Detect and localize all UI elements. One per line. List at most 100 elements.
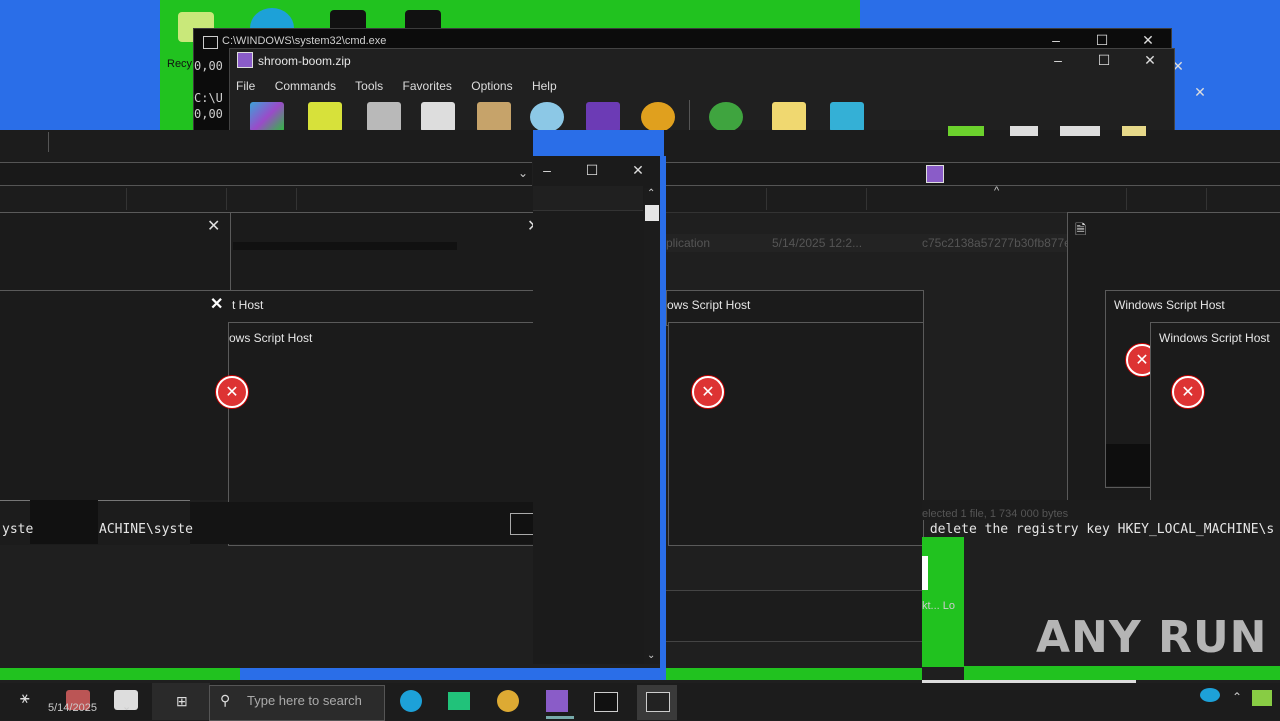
winrar-taskbar-icon[interactable]: [546, 690, 568, 712]
address-bar-left[interactable]: [0, 162, 532, 186]
taskbar-date: 5/14/2025: [48, 702, 97, 714]
vertical-scrollbar[interactable]: [644, 188, 660, 664]
menu-tools[interactable]: Tools: [355, 79, 383, 93]
background-window-close-icon-2[interactable]: ✕: [1190, 84, 1210, 101]
console-left-text-b: ACHINE\syste: [99, 522, 193, 537]
center-window-maximize-icon[interactable]: ☐: [582, 162, 602, 179]
search-icon: ⚲: [220, 692, 231, 708]
tray-chevron-up-icon[interactable]: ⌃: [1232, 690, 1242, 704]
archive-address-icon: [926, 165, 944, 183]
dialog-wsh-1: [0, 290, 554, 326]
address-dropdown-icon[interactable]: ⌄: [518, 166, 528, 180]
dialog-back-center: [230, 212, 550, 292]
dialog-wsh-3-title: ows Script Host: [667, 298, 751, 312]
sort-ascending-icon[interactable]: ^: [994, 185, 999, 197]
tray-icon[interactable]: [1200, 688, 1220, 702]
anyrun-watermark: ANY RUN: [1036, 612, 1268, 663]
console-small-text: kt... Lo: [922, 600, 956, 612]
network-icon[interactable]: ⚹: [20, 690, 30, 708]
view-icon[interactable]: [421, 102, 455, 132]
desktop-green-bottom-2: [666, 668, 922, 680]
address-bar-right[interactable]: [666, 162, 1280, 186]
cmd-icon: [203, 36, 218, 49]
menu-favorites[interactable]: Favorites: [403, 79, 452, 93]
desktop-green-bottom-3: [964, 666, 1280, 680]
menu-options[interactable]: Options: [471, 79, 512, 93]
right-mid-panel: [666, 590, 922, 642]
search-placeholder: Type here to search: [247, 693, 362, 708]
dialog-wsh-3-body: [668, 322, 924, 546]
column-divider: [226, 188, 227, 210]
scroll-up-icon[interactable]: ⌃: [647, 188, 655, 199]
active-indicator: [546, 716, 574, 719]
console-left-text-a: yste: [2, 522, 34, 537]
info-icon[interactable]: [641, 102, 675, 132]
file-row-date: 5/14/2025 12:2...: [772, 236, 863, 250]
cmd-maximize-icon[interactable]: ☐: [1092, 32, 1112, 49]
dialog-back-left: [0, 212, 231, 292]
column-divider: [1126, 188, 1127, 210]
dialog-wsh-left-body: [0, 322, 230, 500]
store-icon[interactable]: [448, 692, 470, 710]
center-window-header: [533, 186, 643, 211]
center-window-minimize-icon[interactable]: –: [537, 162, 557, 178]
cmd-taskbar-icon[interactable]: [594, 692, 618, 712]
cmd-minimize-icon[interactable]: –: [1046, 32, 1066, 48]
center-window-close-icon[interactable]: ✕: [628, 162, 648, 179]
dialog-wsh-5: [1150, 322, 1280, 502]
winrar-title: shroom-boom.zip: [258, 54, 351, 68]
chevron-down-icon[interactable]: ⌄: [122, 700, 131, 713]
windows-icon[interactable]: ⊞: [176, 693, 188, 710]
virus-scan-icon[interactable]: [709, 102, 743, 132]
menu-help[interactable]: Help: [532, 79, 557, 93]
desktop-blue-bottom: [240, 668, 666, 680]
cmd-line-3: C:\U: [194, 91, 223, 105]
document-icon: 🗎: [1075, 221, 1087, 237]
console-right-text: delete the registry key HKEY_LOCAL_MACHI…: [922, 522, 1275, 537]
delete-icon[interactable]: [477, 102, 511, 132]
toolbar-strip-icon-2: [1010, 126, 1038, 136]
dialog-back-progress: [233, 242, 457, 250]
error-icon: ✕: [692, 376, 724, 408]
chrome-icon[interactable]: [497, 690, 519, 712]
sfx-icon[interactable]: [830, 102, 864, 132]
winrar-app-icon: [237, 52, 253, 68]
center-window: [533, 156, 660, 664]
toolbar-strip-icon: [948, 126, 984, 136]
column-divider: [296, 188, 297, 210]
column-divider: [866, 188, 867, 210]
cmd-line-1: 0,00: [194, 59, 223, 73]
menu-file[interactable]: File: [236, 79, 255, 93]
test-icon[interactable]: [367, 102, 401, 132]
winrar-minimize-icon[interactable]: –: [1048, 52, 1068, 68]
dialog-wsh-5-title: Windows Script Host: [1159, 331, 1270, 345]
menu-commands[interactable]: Commands: [275, 79, 336, 93]
scroll-thumb[interactable]: [645, 205, 659, 221]
winrar-close-icon[interactable]: ✕: [1140, 52, 1160, 69]
file-row-hash: c75c2138a57277b30fb877e: [922, 236, 1071, 250]
dialog-wsh-4-footer: [1106, 444, 1152, 486]
scroll-down-icon[interactable]: ⌄: [647, 650, 655, 661]
comment-icon[interactable]: [772, 102, 806, 132]
file-row-type: plication: [666, 236, 711, 250]
dialog-back-left-close-icon[interactable]: ✕: [207, 219, 220, 235]
dialog-wsh-1-title: t Host: [232, 298, 264, 312]
winrar-maximize-icon[interactable]: ☐: [1094, 52, 1114, 69]
console-left-block: [30, 500, 98, 544]
find-icon[interactable]: [530, 102, 564, 132]
cmd-line-4: 0,00: [194, 107, 223, 121]
white-marker: [922, 556, 928, 590]
edge-icon[interactable]: [400, 690, 422, 712]
add-icon[interactable]: [250, 102, 284, 132]
cmd-close-icon[interactable]: ✕: [1138, 32, 1158, 49]
tray-app-icon[interactable]: [1252, 690, 1272, 706]
script-host-taskbar-icon[interactable]: [646, 692, 670, 712]
wizard-icon[interactable]: [586, 102, 620, 132]
taskbar-separator-line: [922, 680, 1136, 683]
extract-to-icon[interactable]: [308, 102, 342, 132]
window-blue-titlebar: [533, 130, 664, 156]
desktop-background-blue: [0, 0, 160, 130]
dialog-wsh-1-close-left-icon[interactable]: ✕: [210, 297, 223, 313]
error-icon: ✕: [1172, 376, 1204, 408]
column-divider: [126, 188, 127, 210]
